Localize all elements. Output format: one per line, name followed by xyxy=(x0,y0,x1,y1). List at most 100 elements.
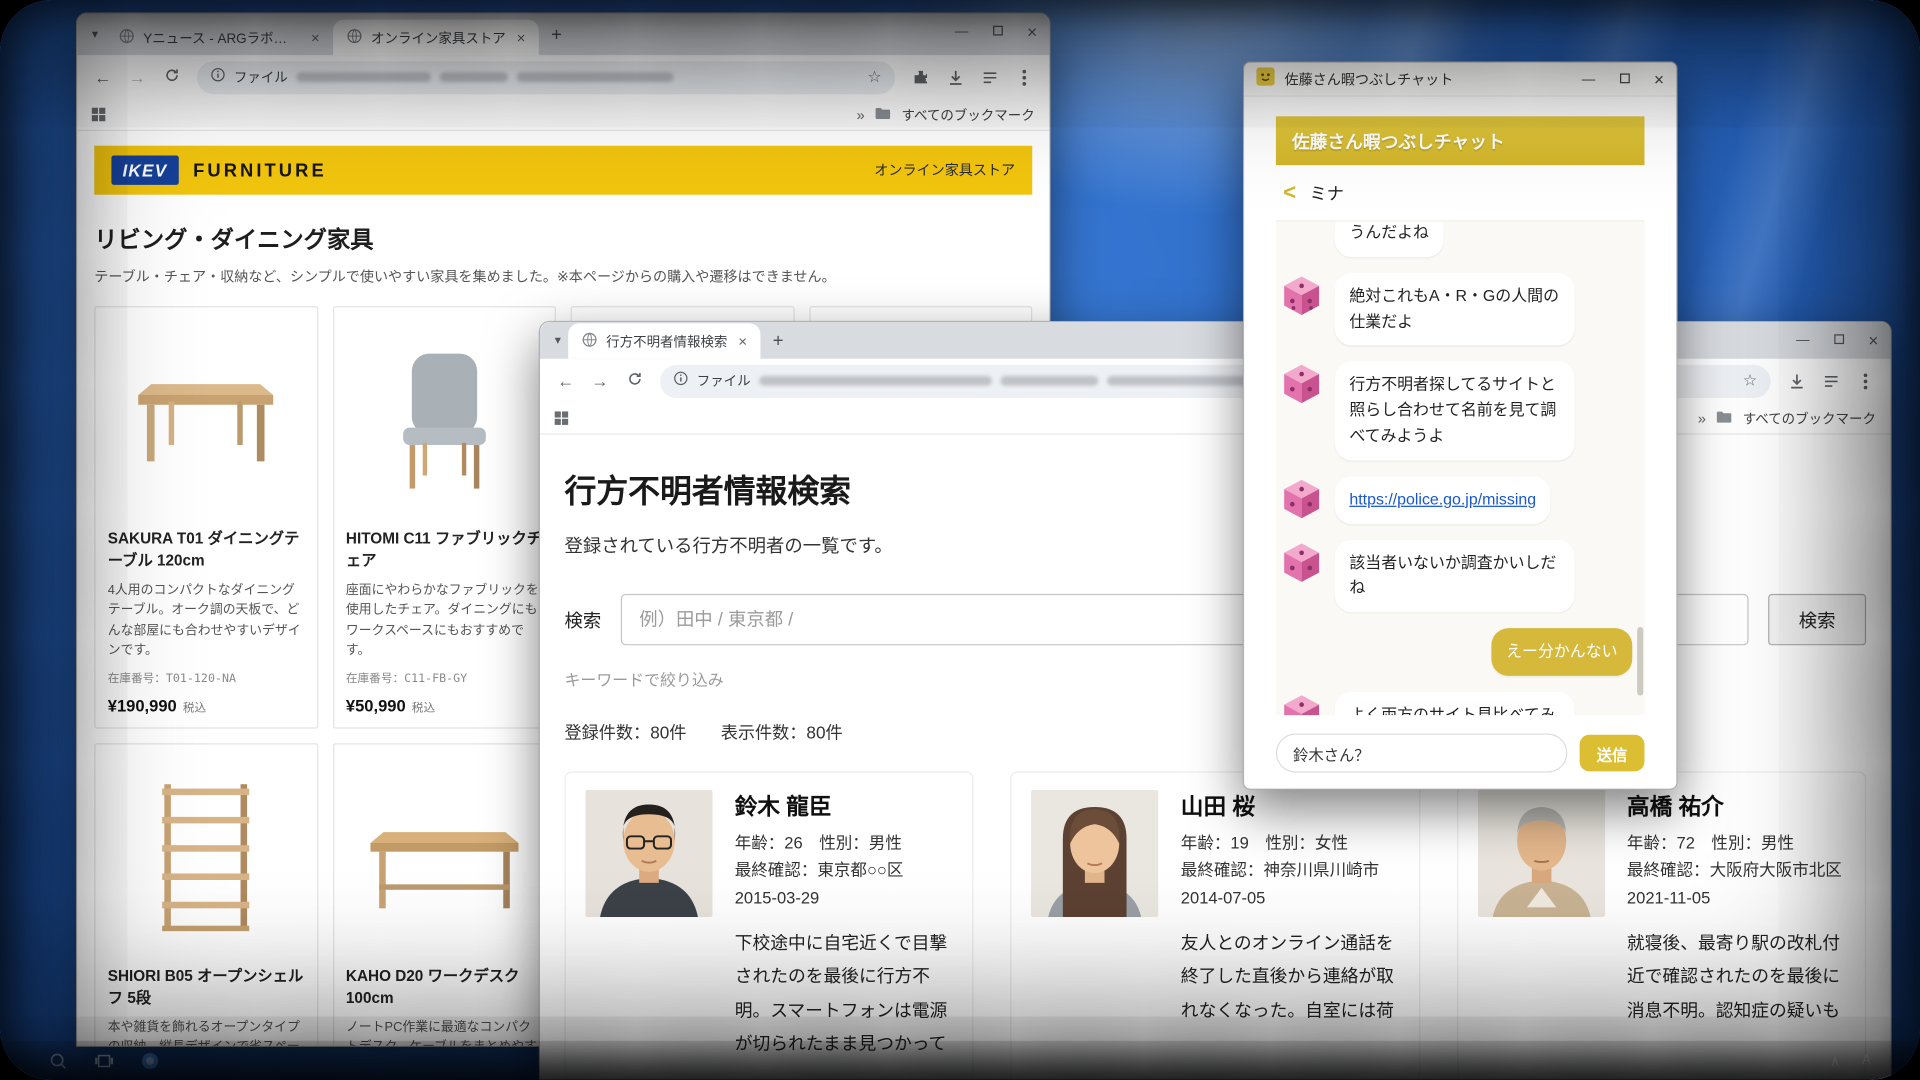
category-heading: リビング・ダイニング家具 xyxy=(94,222,1032,255)
bookmark-star-icon[interactable]: ☆ xyxy=(867,67,881,87)
close-button[interactable]: × xyxy=(1868,331,1878,351)
product-name: SHIORI B05 オープンシェルフ 5段 xyxy=(108,966,305,1009)
send-button[interactable]: 送信 xyxy=(1580,735,1645,772)
apps-grid-icon[interactable] xyxy=(555,411,568,424)
store-logo: IKEV xyxy=(111,156,178,185)
taskbar-taskview-icon[interactable] xyxy=(94,1052,114,1068)
new-tab-button[interactable]: + xyxy=(539,24,574,45)
new-tab-button[interactable]: + xyxy=(760,330,795,351)
chat-app-icon xyxy=(1256,67,1274,91)
tab-search-chevron-icon[interactable]: ▾ xyxy=(84,28,105,41)
product-sku: 在庫番号：T01-120-NA xyxy=(108,669,305,686)
bookmarks-overflow-chevron[interactable]: » xyxy=(1698,410,1706,427)
reading-list-icon[interactable] xyxy=(973,68,1005,86)
chat-input[interactable] xyxy=(1276,733,1567,772)
close-button[interactable]: × xyxy=(1654,69,1664,89)
taskbar-browser-icon[interactable] xyxy=(141,1051,159,1069)
product-tax-label: 税込 xyxy=(183,698,206,715)
window-chat-app: 佐藤さん暇つぶしチャット — × 佐藤さん暇つぶしチャット < ミナ うんだよね xyxy=(1243,61,1678,790)
tab-search-chevron-icon[interactable]: ▾ xyxy=(547,334,568,347)
window-missing-persons-browser: ▾ 行方不明者情報検索 × + — × ← → ファイル xyxy=(539,321,1892,1080)
product-sku: 在庫番号：C11-FB-GY xyxy=(346,669,543,686)
redacted-url-text xyxy=(440,72,509,82)
all-bookmarks-label[interactable]: すべてのブックマーク xyxy=(901,105,1034,125)
extensions-icon[interactable] xyxy=(905,69,937,86)
address-bar[interactable]: ファイル ☆ xyxy=(197,61,895,94)
tab-close-icon[interactable]: × xyxy=(514,29,527,46)
downloads-icon[interactable] xyxy=(1780,372,1812,390)
redacted-url-text xyxy=(759,376,992,386)
category-subheading: テーブル・チェア・収納など、シンプルで使いやすい家具を集めました。※本ページから… xyxy=(94,267,1032,287)
product-card-open-shelf[interactable]: SHIORI B05 オープンシェルフ 5段 本や雑貨を飾れるオープンタイプの収… xyxy=(94,743,317,1047)
person-description: 友人とのオンライン通話を終了した直後から連絡が取れなくなった。自室には荷 xyxy=(1181,928,1399,1029)
ime-indicator[interactable]: A xyxy=(1862,1053,1871,1068)
chat-message-outgoing: えー分かんない xyxy=(1278,628,1632,676)
bookmark-star-icon[interactable]: ☆ xyxy=(1743,371,1757,391)
downloads-icon[interactable] xyxy=(939,68,971,86)
browser-menu-icon[interactable] xyxy=(1008,75,1040,79)
person-date: 2015-03-29 xyxy=(735,885,953,912)
product-card-fabric-chair[interactable]: HITOMI C11 ファブリックチェア 座面にやわらかなファブリックを使用した… xyxy=(332,306,555,729)
maximize-button[interactable] xyxy=(1620,72,1630,87)
candy-avatar-icon xyxy=(1278,539,1325,586)
back-button[interactable]: ← xyxy=(550,371,582,391)
close-button[interactable]: × xyxy=(1027,22,1037,42)
missing-person-card-takahashi[interactable]: 高橋 祐介 年齢：72 性別：男性 最終確認：大阪府大阪市北区 2021-11-… xyxy=(1457,771,1866,1080)
person-date: 2021-11-05 xyxy=(1627,885,1845,912)
taskbar-search-icon[interactable] xyxy=(49,1051,67,1069)
back-button[interactable]: ← xyxy=(87,67,119,87)
person-photo-yamada xyxy=(1031,790,1158,917)
tab-news[interactable]: Yニュース - ARGラボと関連ニュース × xyxy=(105,20,333,56)
product-image-dining-table xyxy=(108,320,305,520)
info-icon[interactable] xyxy=(673,370,688,392)
bookmarks-overflow-chevron[interactable]: » xyxy=(857,106,865,123)
product-card-dining-table[interactable]: SAKURA T01 ダイニングテーブル 120cm 4人用のコンパクトなダイニ… xyxy=(94,306,317,729)
product-name: HITOMI C11 ファブリックチェア xyxy=(346,529,543,572)
store-banner: IKEV FURNITURE オンライン家具ストア xyxy=(94,146,1032,195)
chat-bubble: よく両方のサイト見比べてみて xyxy=(1335,692,1575,715)
chat-bubble: 該当者いないか調査かいしだね xyxy=(1335,539,1575,612)
chat-message: うんだよね xyxy=(1278,222,1632,257)
info-icon[interactable] xyxy=(211,66,226,88)
redacted-url-text xyxy=(296,72,431,82)
store-banner-tagline: オンライン家具ストア xyxy=(874,160,1015,180)
missing-search-button[interactable]: 検索 xyxy=(1768,594,1866,645)
forward-button[interactable]: → xyxy=(584,371,616,391)
product-price: ¥190,990 xyxy=(108,697,177,715)
redacted-url-text xyxy=(517,72,674,82)
reload-button[interactable] xyxy=(156,67,188,87)
person-age-gender: 年齢：26 性別：男性 xyxy=(735,830,953,857)
browser-menu-icon[interactable] xyxy=(1849,379,1881,383)
tab-close-icon[interactable]: × xyxy=(736,332,749,349)
missing-persons-page: 行方不明者情報検索 登録されている行方不明者の一覧です。 検索 検索 キーワード… xyxy=(540,435,1891,1080)
reading-list-icon[interactable] xyxy=(1815,372,1847,390)
apps-grid-icon[interactable] xyxy=(92,108,105,121)
chat-scrollbar-thumb[interactable] xyxy=(1637,627,1643,696)
product-card-work-desk[interactable]: KAHO D20 ワークデスク 100cm ノートPC作業に最適なコンパクトデス… xyxy=(332,743,555,1047)
back-chevron-icon[interactable]: < xyxy=(1283,180,1296,206)
tab-furniture-store[interactable]: オンライン家具ストア × xyxy=(333,20,539,56)
maximize-button[interactable] xyxy=(993,24,1003,39)
chat-message-list[interactable]: うんだよね 絶対これもA・R・Gの人間の仕業だよ 行方不明者探してるサイトと照ら… xyxy=(1276,222,1645,715)
forward-button[interactable]: → xyxy=(121,67,153,87)
minimize-button[interactable]: — xyxy=(1582,72,1595,87)
tray-chevron-icon[interactable]: ∧ xyxy=(1830,1052,1840,1068)
minimize-button[interactable]: — xyxy=(955,24,968,39)
person-age-gender: 年齢：19 性別：女性 xyxy=(1181,830,1399,857)
tab-missing-persons[interactable]: 行方不明者情報検索 × xyxy=(568,323,760,359)
chat-bubble: うんだよね xyxy=(1335,222,1444,257)
tab-close-icon[interactable]: × xyxy=(309,29,322,46)
all-bookmarks-label[interactable]: すべてのブックマーク xyxy=(1743,408,1876,428)
product-description: 4人用のコンパクトなダイニングテーブル。オーク調の天板で、どんな部屋にも合わせや… xyxy=(108,580,305,660)
product-image-open-shelf xyxy=(108,757,305,957)
minimize-button[interactable]: — xyxy=(1796,333,1809,348)
product-name: SAKURA T01 ダイニングテーブル 120cm xyxy=(108,529,305,572)
chat-app-header: 佐藤さん暇つぶしチャット xyxy=(1276,116,1645,165)
missing-tab-strip: ▾ 行方不明者情報検索 × + — × xyxy=(540,322,1891,359)
count-registered: 登録件数：80件 xyxy=(564,720,686,744)
missing-person-card-yamada[interactable]: 山田 桜 年齢：19 性別：女性 最終確認：神奈川県川崎市 2014-07-05… xyxy=(1011,771,1420,1080)
reload-button[interactable] xyxy=(618,371,650,391)
missing-person-card-suzuki[interactable]: 鈴木 龍臣 年齢：26 性別：男性 最終確認：東京都○○区 2015-03-29… xyxy=(564,771,973,1080)
maximize-button[interactable] xyxy=(1834,333,1844,348)
chat-link-bubble[interactable]: https://police.go.jp/missing xyxy=(1335,476,1551,524)
